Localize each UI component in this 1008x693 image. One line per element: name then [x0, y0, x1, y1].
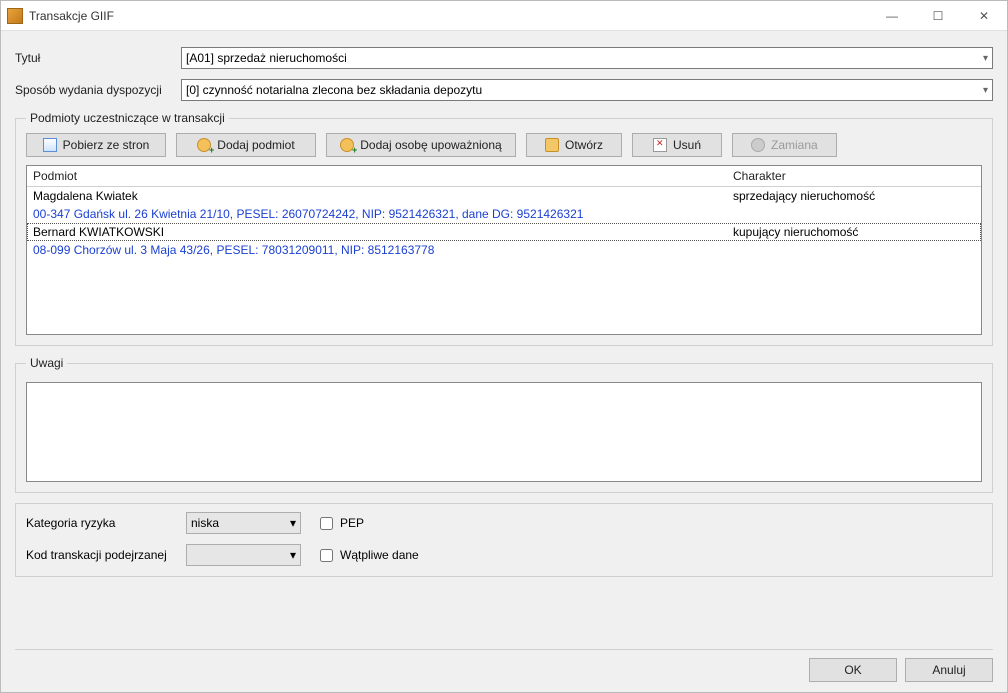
add-authorized-person-button[interactable]: Dodaj osobę upoważnioną — [326, 133, 516, 157]
entity-name: Magdalena Kwiatek — [27, 187, 727, 205]
person-add-icon — [340, 138, 354, 152]
close-button[interactable]: ✕ — [961, 1, 1007, 31]
pep-checkbox[interactable]: PEP — [316, 514, 496, 533]
table-row[interactable]: Magdalena Kwiateksprzedający nieruchomoś… — [27, 187, 981, 205]
page-icon — [43, 138, 57, 152]
chevron-down-icon: ▾ — [983, 53, 988, 64]
method-row: Sposób wydania dyspozycji [0] czynność n… — [15, 79, 993, 101]
risk-grid: Kategoria ryzyka niska ▾ PEP Kod transka… — [26, 512, 982, 566]
titlebar: Transakcje GIIF — ☐ ✕ — [1, 1, 1007, 31]
swap-icon — [751, 138, 765, 152]
swap-button[interactable]: Zamiana — [732, 133, 837, 157]
suspicious-code-select[interactable]: ▾ — [186, 544, 301, 566]
table-row-detail[interactable]: 08-099 Chorzów ul. 3 Maja 43/26, PESEL: … — [27, 241, 981, 259]
risk-category-label: Kategoria ryzyka — [26, 516, 186, 530]
folder-open-icon — [545, 138, 559, 152]
col-role[interactable]: Charakter — [727, 166, 981, 186]
risk-category-value: niska — [191, 516, 219, 530]
entity-role: kupujący nieruchomość — [727, 223, 981, 241]
add-entity-button[interactable]: Dodaj podmiot — [176, 133, 316, 157]
table-row-detail[interactable]: 00-347 Gdańsk ul. 26 Kwietnia 21/10, PES… — [27, 205, 981, 223]
table-row[interactable]: Bernard KWIATKOWSKIkupujący nieruchomość — [27, 223, 981, 241]
parties-legend: Podmioty uczestniczące w transakcji — [26, 111, 229, 125]
chevron-down-icon: ▾ — [290, 548, 296, 562]
entity-detail: 00-347 Gdańsk ul. 26 Kwietnia 21/10, PES… — [27, 205, 727, 223]
ok-button[interactable]: OK — [809, 658, 897, 682]
table-header: Podmiot Charakter — [27, 166, 981, 187]
window: Transakcje GIIF — ☐ ✕ Tytuł [A01] sprzed… — [0, 0, 1008, 693]
entity-role: sprzedający nieruchomość — [727, 187, 981, 205]
title-row: Tytuł [A01] sprzedaż nieruchomości ▾ — [15, 47, 993, 69]
delete-icon — [653, 138, 667, 152]
table-body: Magdalena Kwiateksprzedający nieruchomoś… — [27, 187, 981, 259]
pep-checkbox-input[interactable] — [320, 517, 333, 530]
col-entity[interactable]: Podmiot — [27, 166, 727, 186]
content: Tytuł [A01] sprzedaż nieruchomości ▾ Spo… — [1, 31, 1007, 649]
entity-name: Bernard KWIATKOWSKI — [27, 223, 727, 241]
parties-group: Podmioty uczestniczące w transakcji Pobi… — [15, 111, 993, 346]
parties-toolbar: Pobierz ze stron Dodaj podmiot Dodaj oso… — [26, 133, 982, 157]
risk-group: Kategoria ryzyka niska ▾ PEP Kod transka… — [15, 503, 993, 577]
entity-detail: 08-099 Chorzów ul. 3 Maja 43/26, PESEL: … — [27, 241, 727, 259]
delete-button[interactable]: Usuń — [632, 133, 722, 157]
footer: OK Anuluj — [1, 650, 1007, 692]
minimize-button[interactable]: — — [869, 1, 915, 31]
cancel-button[interactable]: Anuluj — [905, 658, 993, 682]
remarks-group: Uwagi — [15, 356, 993, 493]
doubtful-data-checkbox[interactable]: Wątpliwe dane — [316, 546, 496, 565]
title-combo[interactable]: [A01] sprzedaż nieruchomości ▾ — [181, 47, 993, 69]
suspicious-code-label: Kod transkacji podejrzanej — [26, 548, 186, 562]
fetch-from-pages-button[interactable]: Pobierz ze stron — [26, 133, 166, 157]
pep-label: PEP — [340, 516, 364, 530]
method-combo[interactable]: [0] czynność notarialna zlecona bez skła… — [181, 79, 993, 101]
parties-table[interactable]: Podmiot Charakter Magdalena Kwiateksprze… — [26, 165, 982, 335]
doubtful-data-label: Wątpliwe dane — [340, 548, 419, 562]
maximize-button[interactable]: ☐ — [915, 1, 961, 31]
open-button[interactable]: Otwórz — [526, 133, 622, 157]
doubtful-data-checkbox-input[interactable] — [320, 549, 333, 562]
remarks-textarea[interactable] — [26, 382, 982, 482]
title-combo-value: [A01] sprzedaż nieruchomości — [186, 51, 347, 65]
window-title: Transakcje GIIF — [29, 9, 869, 23]
chevron-down-icon: ▾ — [983, 85, 988, 96]
app-icon — [7, 8, 23, 24]
chevron-down-icon: ▾ — [290, 516, 296, 530]
method-combo-value: [0] czynność notarialna zlecona bez skła… — [186, 83, 482, 97]
window-buttons: — ☐ ✕ — [869, 1, 1007, 31]
remarks-legend: Uwagi — [26, 356, 67, 370]
method-label: Sposób wydania dyspozycji — [15, 83, 175, 97]
risk-category-select[interactable]: niska ▾ — [186, 512, 301, 534]
person-add-icon — [197, 138, 211, 152]
title-label: Tytuł — [15, 51, 175, 65]
